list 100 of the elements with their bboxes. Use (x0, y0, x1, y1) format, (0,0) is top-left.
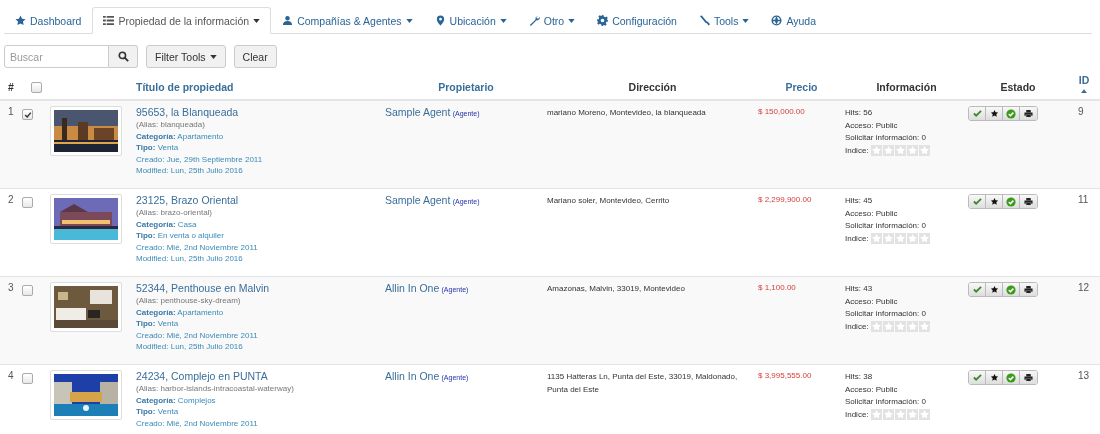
rating-star-icon[interactable] (918, 409, 930, 421)
publish-button[interactable] (969, 371, 986, 384)
check-circle-icon (1006, 108, 1016, 119)
search-field[interactable]: Buscar (4, 45, 109, 68)
address-text: Mariano soler, Montevideo, Cerrito (547, 196, 670, 205)
user-icon (282, 15, 294, 26)
price-text: $ 1,100.00 (758, 283, 796, 292)
print-icon (1024, 285, 1033, 294)
brush-icon (698, 15, 710, 26)
rating-star-icon[interactable] (894, 145, 906, 157)
column-header[interactable]: Precio (785, 81, 818, 93)
nav-tab[interactable]: Propiedad de la información (92, 7, 272, 34)
row-checkbox[interactable] (22, 197, 33, 208)
list-icon (103, 15, 115, 26)
rating-star-icon[interactable] (894, 233, 906, 245)
column-header[interactable]: Título de propiedad (136, 81, 234, 93)
category-text: Categoría: Complejos (136, 394, 217, 406)
feature-button[interactable] (986, 107, 1003, 120)
settings-icon (597, 15, 609, 26)
category-text: Categoría: Apartamento (136, 306, 225, 318)
star-icon (15, 15, 26, 26)
nav-tab[interactable]: Ubicación (423, 7, 518, 34)
nav-tab[interactable]: Compañías & Agentes (271, 7, 424, 34)
property-title-link[interactable]: 52344, Penthouse en Malvin (136, 282, 385, 295)
column-header[interactable]: Propietario (438, 81, 494, 93)
rating-star-icon[interactable] (882, 409, 894, 421)
owner-link[interactable]: Allin In One (385, 282, 440, 294)
rating-star-icon[interactable] (882, 233, 894, 245)
hits-text: Hits: 38 (845, 371, 874, 383)
rating-star-icon[interactable] (906, 145, 918, 157)
rating-star-icon[interactable] (894, 409, 906, 421)
rating-star-icon[interactable] (918, 321, 930, 333)
rating-star-icon[interactable] (918, 233, 930, 245)
row-checkbox[interactable] (22, 285, 33, 296)
rating-star-icon[interactable] (870, 233, 882, 245)
publish-button[interactable] (969, 283, 986, 296)
access-text: Acceso: Public (845, 207, 899, 220)
search-button[interactable] (109, 45, 138, 68)
clear-button[interactable]: Clear (233, 45, 277, 68)
price-text: $ 3,995,555.00 (758, 371, 812, 380)
price-text: $ 150,000.00 (758, 107, 805, 116)
type-text: Tipo: Venta (136, 406, 180, 418)
rating-star-icon[interactable] (882, 321, 894, 333)
feature-button[interactable] (986, 371, 1003, 384)
rating-star-icon[interactable] (906, 233, 918, 245)
filter-tools-button[interactable]: Filter Tools (146, 45, 226, 68)
hits-text: Hits: 45 (845, 195, 874, 207)
nav-tab[interactable]: Ayuda (760, 7, 828, 34)
publish-button[interactable] (969, 107, 986, 120)
type-text: Tipo: Venta (136, 142, 180, 154)
property-title-link[interactable]: 24234, Complejo en PUNTA (136, 370, 385, 383)
publish-button[interactable] (969, 195, 986, 208)
nav-tab[interactable]: Tools (687, 7, 761, 34)
rating-star-icon[interactable] (918, 145, 930, 157)
print-button[interactable] (1020, 107, 1037, 120)
rating-label: Indice: (845, 320, 869, 333)
feature-button[interactable] (986, 283, 1003, 296)
created-date: Creado: Mié, 2nd Noviembre 2011 (136, 329, 259, 341)
search-icon (117, 51, 129, 62)
rating-star-icon[interactable] (894, 321, 906, 333)
rating-star-icon[interactable] (870, 321, 882, 333)
row-checkbox[interactable] (22, 109, 33, 120)
alias-text: (Alias: penthouse-sky-dream) (136, 295, 242, 307)
rating-star-icon[interactable] (906, 409, 918, 421)
category-text: Categoría: Apartamento (136, 130, 225, 142)
row-number: 1 (8, 106, 14, 117)
owner-link[interactable]: Sample Agent (385, 194, 451, 206)
print-button[interactable] (1020, 195, 1037, 208)
checkmark-icon (972, 285, 982, 294)
property-title-link[interactable]: 95653, la Blanqueada (136, 106, 385, 119)
feature-button[interactable] (986, 195, 1003, 208)
address-text: Amazonas, Malvin, 33019, Montevideo (547, 284, 685, 293)
print-button[interactable] (1020, 283, 1037, 296)
type-text: Tipo: En venta o alquiler (136, 230, 225, 242)
modified-date: Modified: Lun, 25th Julio 2016 (136, 165, 244, 177)
alias-text: (Alias: harbor-islands-intracoastal-waterway) (136, 383, 295, 395)
created-date: Creado: Jue, 29th Septiembre 2011 (136, 153, 264, 165)
rating-star-icon[interactable] (882, 145, 894, 157)
nav-tab[interactable]: Dashboard (4, 7, 93, 34)
checkmark-icon (972, 109, 982, 118)
star-icon (989, 109, 999, 118)
rating-label: Indice: (845, 144, 869, 157)
star-icon (989, 285, 999, 294)
property-title-link[interactable]: 23125, Brazo Oriental (136, 194, 385, 207)
select-all-checkbox[interactable] (30, 82, 42, 93)
nav-tab[interactable]: Configuración (586, 7, 688, 34)
column-header: Estado (1000, 81, 1036, 93)
rating-star-icon[interactable] (870, 145, 882, 157)
address-text: 1135 Hatteras Ln, Punta del Este, 33019, Maldonado, Punta del Este (547, 372, 738, 394)
nav-tab[interactable]: Otro (517, 7, 587, 34)
owner-link[interactable]: Sample Agent (385, 106, 451, 118)
rating-star-icon[interactable] (906, 321, 918, 333)
modified-date: Modified: Lun, 25th Julio 2016 (136, 341, 244, 353)
owner-link[interactable]: Allin In One (385, 370, 440, 382)
row-checkbox[interactable] (22, 373, 33, 384)
rating-star-icon[interactable] (870, 409, 882, 421)
column-header[interactable]: ID (1078, 74, 1090, 93)
print-button[interactable] (1020, 371, 1037, 384)
print-icon (1024, 109, 1033, 118)
created-date: Creado: Mié, 2nd Noviembre 2011 (136, 241, 259, 253)
